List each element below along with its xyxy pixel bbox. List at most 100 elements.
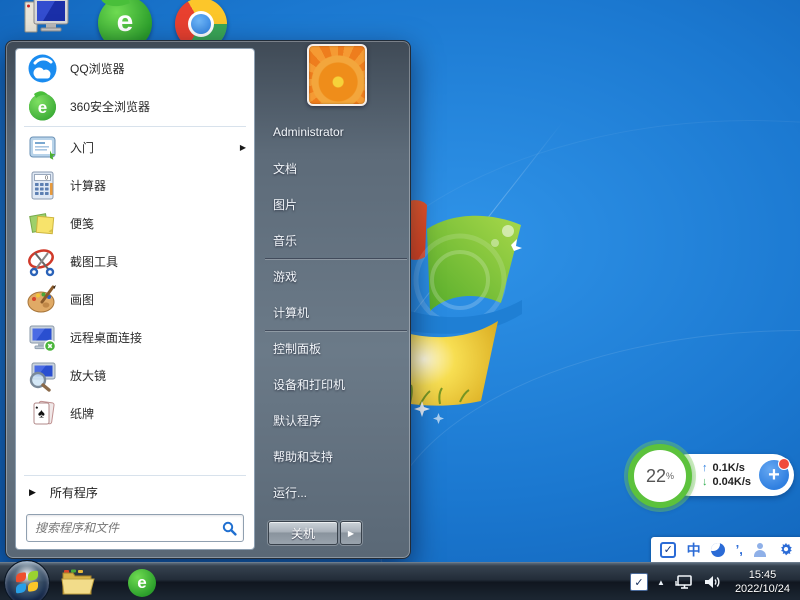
- svg-text:♠: ♠: [35, 405, 38, 411]
- search-input[interactable]: [33, 520, 222, 536]
- show-hidden-icons-button[interactable]: ▲: [657, 578, 665, 587]
- taskbar: e ✓ ▲ 15:45 2022/10/24: [0, 562, 800, 600]
- user-name-link[interactable]: Administrator: [273, 114, 405, 150]
- explorer-folder-icon: [61, 569, 95, 597]
- percent-sign: %: [666, 471, 674, 481]
- user-avatar[interactable]: [307, 44, 367, 106]
- clock-time: 15:45: [735, 568, 790, 582]
- shutdown-controls: 关机 ▶: [268, 521, 362, 545]
- tray-input-indicator-icon[interactable]: ✓: [630, 573, 648, 591]
- right-panel-separator: [265, 258, 407, 260]
- menu-item-label: QQ浏览器: [70, 60, 125, 77]
- menu-item-label: 便笺: [70, 215, 94, 232]
- ime-punctuation-icon[interactable]: ’,: [736, 542, 743, 557]
- upload-speed-value: 0.1K/s: [713, 461, 745, 475]
- right-panel-separator: [265, 330, 407, 332]
- search-icon[interactable]: [222, 521, 237, 536]
- remote-desktop-icon: [26, 321, 59, 354]
- all-programs-arrow-icon: ▶: [29, 487, 36, 498]
- my-computer-icon[interactable]: [22, 0, 74, 45]
- menu-item-label: 360安全浏览器: [70, 98, 150, 115]
- menu-item-label: 截图工具: [70, 253, 118, 270]
- windows-logo-icon: [16, 570, 38, 593]
- 360-e-letter: e: [117, 5, 134, 39]
- solitaire-icon: ♠ ♠: [26, 397, 59, 430]
- submenu-arrow-icon: ▶: [240, 143, 246, 152]
- ime-settings-gear-icon[interactable]: [778, 542, 794, 558]
- network-tray-icon[interactable]: [674, 573, 694, 591]
- taskbar-explorer-button[interactable]: [58, 568, 98, 598]
- memory-percent-ball[interactable]: 22 %: [628, 444, 692, 508]
- 360-browser-icon: e: [128, 569, 156, 597]
- download-arrow-icon: ↓: [702, 475, 708, 489]
- start-menu-left-panel: QQ浏览器 e 360安全浏览器: [15, 48, 255, 550]
- menu-item-devices-printers[interactable]: 设备和打印机: [273, 366, 405, 402]
- accelerate-plus-button[interactable]: +: [759, 460, 789, 490]
- menu-separator: [24, 126, 246, 127]
- menu-item-label: 远程桌面连接: [70, 329, 142, 346]
- upload-arrow-icon: ↑: [702, 461, 708, 475]
- all-programs-button[interactable]: ▶ 所有程序: [16, 477, 254, 507]
- menu-item-getting-started[interactable]: 入门 ▶: [16, 128, 254, 166]
- start-menu: QQ浏览器 e 360安全浏览器: [5, 40, 411, 559]
- search-row: [16, 507, 254, 549]
- ime-fullwidth-moon-icon[interactable]: [711, 543, 725, 557]
- menu-item-music[interactable]: 音乐: [273, 222, 405, 258]
- plus-icon: +: [768, 465, 780, 485]
- svg-text:0: 0: [45, 175, 48, 181]
- getting-started-icon: [26, 131, 59, 164]
- clock-date: 2022/10/24: [735, 582, 790, 596]
- start-button[interactable]: [4, 560, 50, 600]
- menu-item-label: 入门: [70, 139, 94, 156]
- svg-text:e: e: [38, 98, 47, 117]
- menu-item-help-support[interactable]: 帮助和支持: [273, 438, 405, 474]
- ime-toolbar: ✓ 中 ’,: [651, 537, 800, 562]
- ime-chinese-mode-button[interactable]: 中: [687, 540, 701, 560]
- menu-spacer: [16, 432, 254, 474]
- taskbar-clock[interactable]: 15:45 2022/10/24: [731, 568, 794, 596]
- volume-tray-icon[interactable]: [703, 573, 722, 591]
- menu-item-magnifier[interactable]: 放大镜: [16, 356, 254, 394]
- menu-item-qq-browser[interactable]: QQ浏览器: [16, 49, 254, 87]
- menu-item-sticky-notes[interactable]: 便笺: [16, 204, 254, 242]
- snipping-tool-icon: [26, 245, 59, 278]
- menu-item-remote-desktop[interactable]: 远程桌面连接: [16, 318, 254, 356]
- svg-text:♠: ♠: [38, 405, 45, 420]
- system-tray: ✓ ▲ 15:45 2022/10/24: [630, 563, 800, 600]
- menu-item-360-browser[interactable]: e 360安全浏览器: [16, 87, 254, 125]
- ime-user-icon[interactable]: [753, 543, 767, 557]
- search-box: [26, 514, 244, 542]
- ime-status-icon[interactable]: ✓: [660, 542, 676, 558]
- alert-dot: [778, 458, 790, 470]
- menu-item-games[interactable]: 游戏: [273, 258, 405, 294]
- menu-item-control-panel[interactable]: 控制面板: [273, 330, 405, 366]
- qq-browser-icon: [26, 52, 59, 85]
- start-menu-right-panel: Administrator 文档 图片 音乐 游戏 计算机 控制面板 设备和打印…: [273, 114, 405, 510]
- all-programs-label: 所有程序: [50, 484, 98, 501]
- menu-item-snipping-tool[interactable]: 截图工具: [16, 242, 254, 280]
- menu-item-run[interactable]: 运行...: [273, 474, 405, 510]
- menu-item-calculator[interactable]: 0 计算器: [16, 166, 254, 204]
- menu-separator: [24, 475, 246, 476]
- menu-item-label: 计算器: [70, 177, 106, 194]
- menu-item-label: 画图: [70, 291, 94, 308]
- windows-flag-wallpaper: [385, 155, 655, 465]
- sticky-notes-icon: [26, 207, 59, 240]
- menu-item-label: 纸牌: [70, 405, 94, 422]
- 360-browser-icon: e: [26, 90, 59, 123]
- calculator-icon: 0: [26, 169, 59, 202]
- percent-value: 22: [646, 466, 666, 487]
- menu-item-label: 放大镜: [70, 367, 106, 384]
- shutdown-button[interactable]: 关机: [268, 521, 338, 545]
- magnifier-icon: [26, 359, 59, 392]
- menu-item-default-programs[interactable]: 默认程序: [273, 402, 405, 438]
- taskbar-360-browser-button[interactable]: e: [122, 568, 162, 598]
- shutdown-options-arrow[interactable]: ▶: [340, 521, 362, 545]
- menu-item-solitaire[interactable]: ♠ ♠ 纸牌: [16, 394, 254, 432]
- menu-item-pictures[interactable]: 图片: [273, 186, 405, 222]
- net-speed-widget: ↑ 0.1K/s ↓ 0.04K/s + 22 %: [628, 441, 798, 511]
- menu-item-documents[interactable]: 文档: [273, 150, 405, 186]
- menu-item-paint[interactable]: 画图: [16, 280, 254, 318]
- windows7-desktop-screen: e ↑ 0.1K/s ↓ 0.04K/s + 22 % ✓ 中 ’,: [0, 0, 800, 600]
- menu-item-computer[interactable]: 计算机: [273, 294, 405, 330]
